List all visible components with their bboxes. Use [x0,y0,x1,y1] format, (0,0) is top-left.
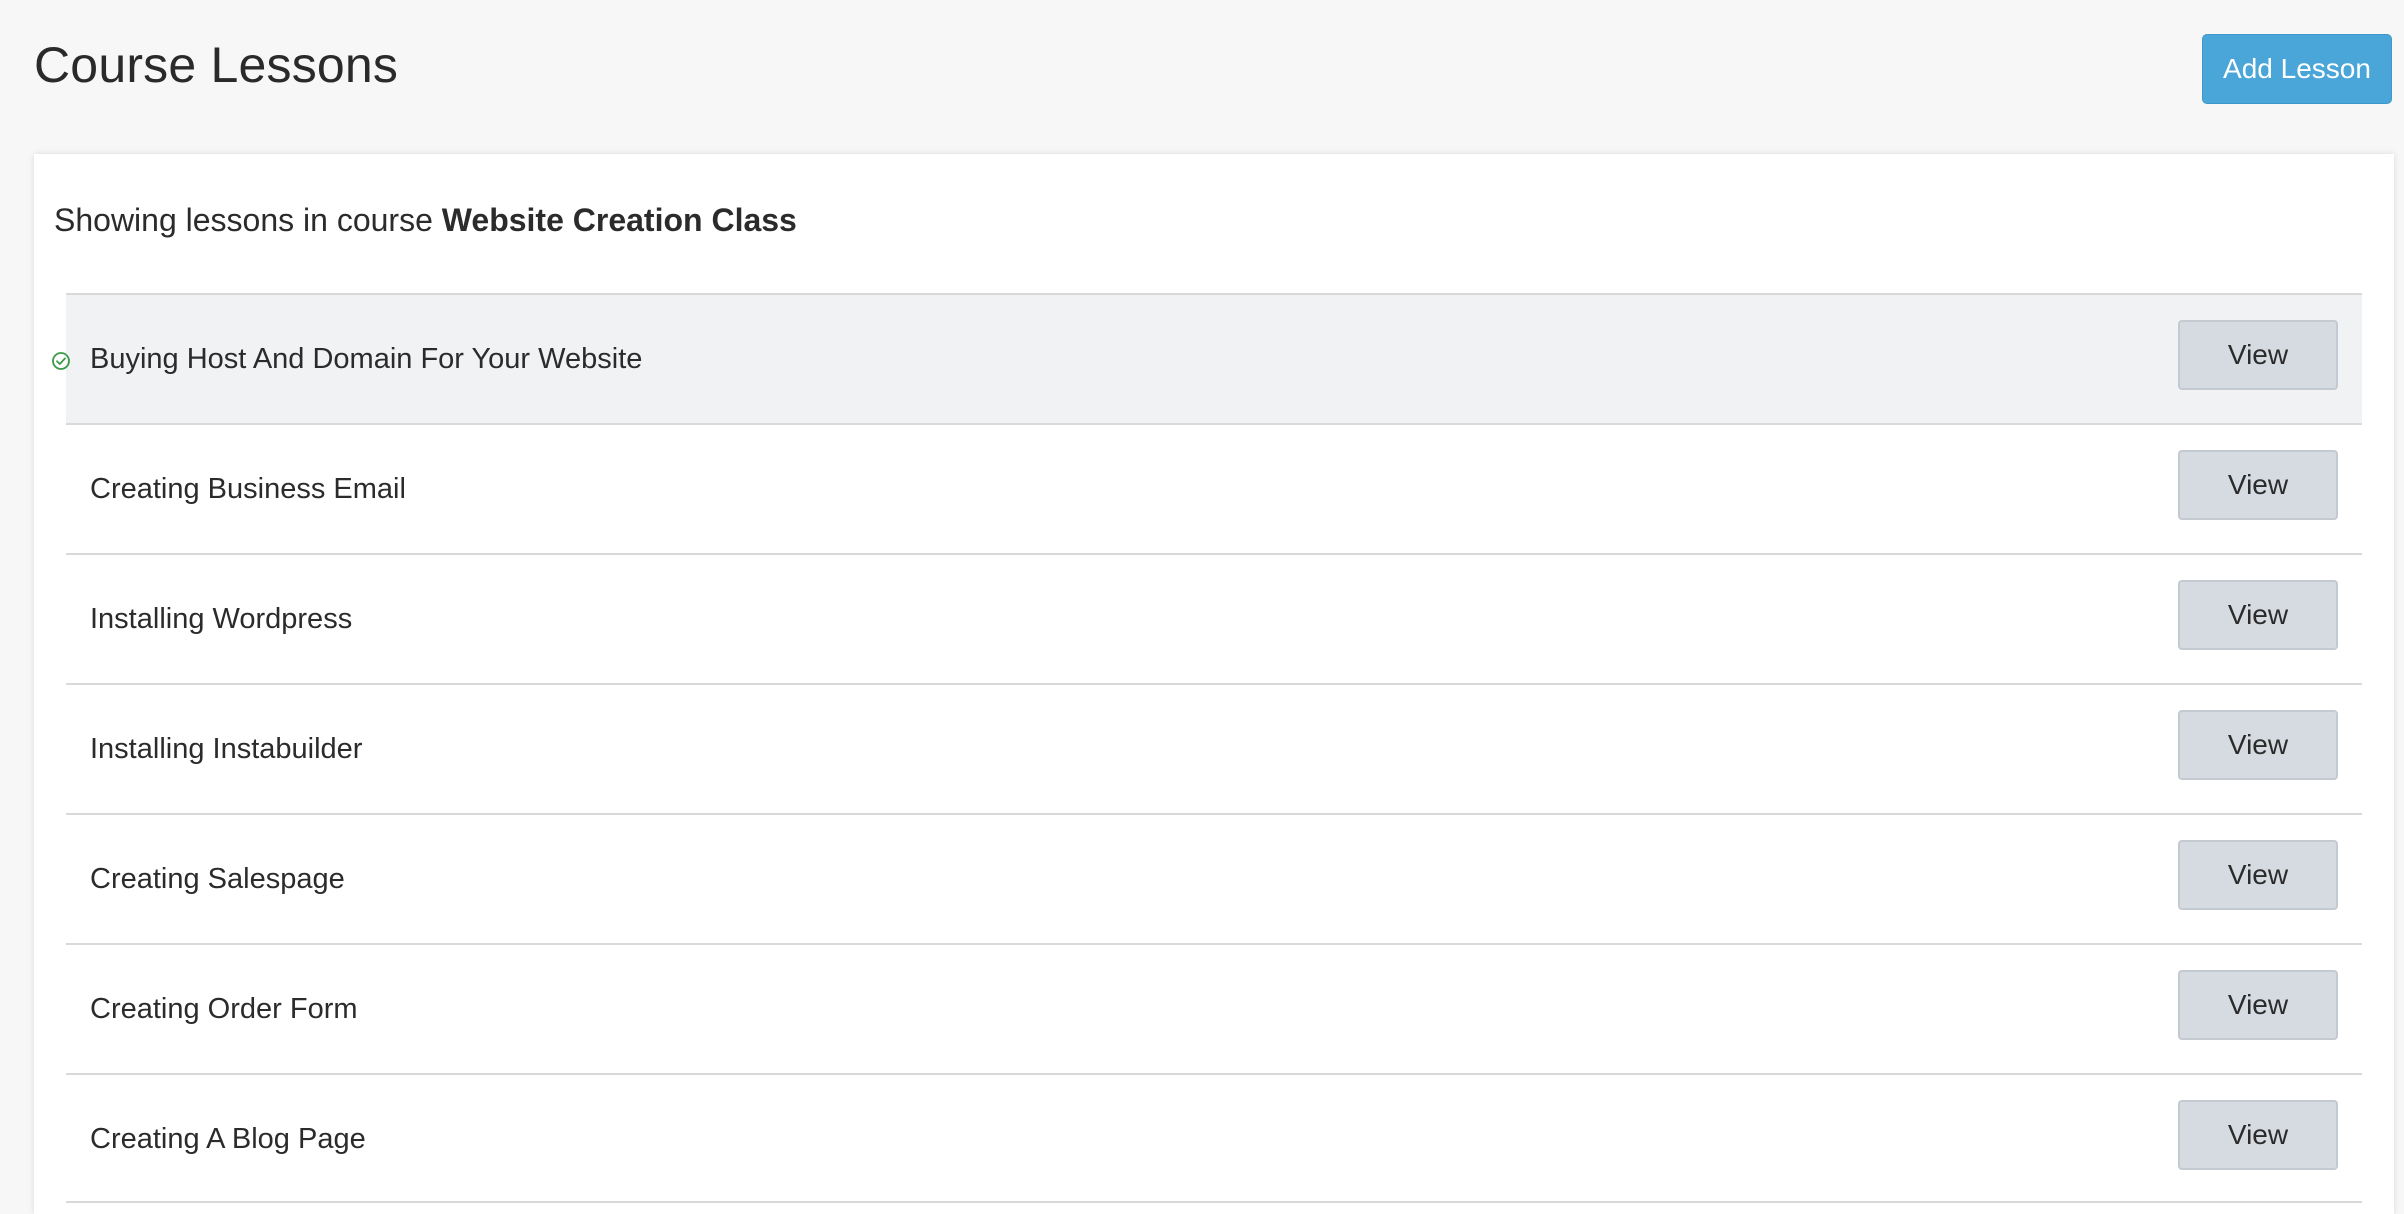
lesson-row: Installing Instabuilder View [66,683,2362,813]
lesson-row: Installing Wordpress View [66,553,2362,683]
view-lesson-button[interactable]: View [2178,320,2338,390]
view-lesson-button[interactable]: View [2178,450,2338,520]
view-lesson-button[interactable]: View [2178,840,2338,910]
lesson-row: Buying Host And Domain For Your Website … [52,293,2362,423]
view-lesson-button[interactable]: View [2178,970,2338,1040]
subtitle-prefix: Showing lessons in course [54,202,442,238]
course-subtitle: Showing lessons in course Website Creati… [54,202,797,239]
lesson-title: Installing Instabuilder [90,733,363,765]
page-title: Course Lessons [34,37,399,93]
lesson-row: Creating Salespage View [66,813,2362,943]
add-lesson-button[interactable]: Add Lesson [2202,34,2392,104]
view-lesson-button[interactable]: View [2178,1100,2338,1170]
lesson-list: Buying Host And Domain For Your Website … [52,293,2362,1203]
lesson-title: Creating Business Email [90,473,406,505]
lesson-title: Creating A Blog Page [90,1123,366,1155]
lesson-row: Creating Order Form View [66,943,2362,1073]
lesson-row: Creating A Blog Page View [66,1073,2362,1203]
check-circle-icon [52,352,70,370]
lesson-title: Creating Order Form [90,993,358,1025]
page-header: Course Lessons Add Lesson [0,0,2404,140]
lesson-title: Installing Wordpress [90,603,353,635]
course-name: Website Creation Class [441,202,797,238]
view-lesson-button[interactable]: View [2178,580,2338,650]
lesson-title: Buying Host And Domain For Your Website [90,343,643,375]
lesson-title: Creating Salespage [90,863,345,895]
lesson-row: Creating Business Email View [66,423,2362,553]
view-lesson-button[interactable]: View [2178,710,2338,780]
